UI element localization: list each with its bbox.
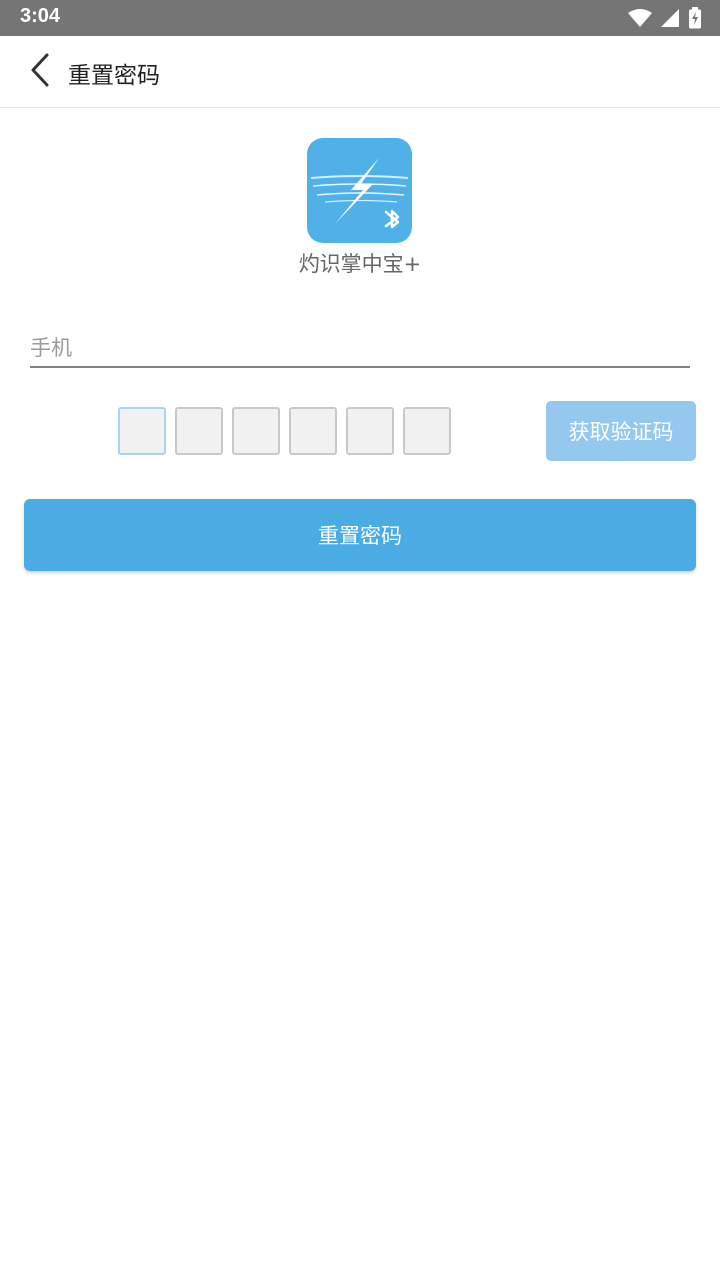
status-bar: 3:04 [0, 0, 720, 36]
code-digit-box[interactable] [175, 407, 223, 455]
phone-input[interactable] [30, 330, 690, 366]
code-digit-box[interactable] [403, 407, 451, 455]
phone-field [30, 330, 690, 368]
signal-icon [660, 8, 680, 32]
wifi-icon [628, 8, 652, 32]
lightning-bluetooth-logo-icon [310, 158, 409, 229]
code-digit-box[interactable] [118, 407, 166, 455]
app-logo [307, 138, 412, 243]
back-button[interactable] [18, 50, 62, 94]
app-name: 灼识掌中宝+ [298, 252, 422, 276]
code-digit-box[interactable] [232, 407, 280, 455]
app-bar: 重置密码 [0, 36, 720, 108]
status-time: 3:04 [20, 5, 61, 27]
get-code-button[interactable]: 获取验证码 [546, 401, 696, 461]
chevron-left-icon [29, 53, 51, 91]
code-digit-box[interactable] [289, 407, 337, 455]
code-digit-box[interactable] [346, 407, 394, 455]
battery-charging-icon [688, 7, 702, 33]
reset-password-button[interactable]: 重置密码 [24, 499, 696, 571]
page-title: 重置密码 [68, 63, 160, 89]
verification-code-boxes [118, 407, 451, 455]
status-icons [628, 7, 702, 33]
